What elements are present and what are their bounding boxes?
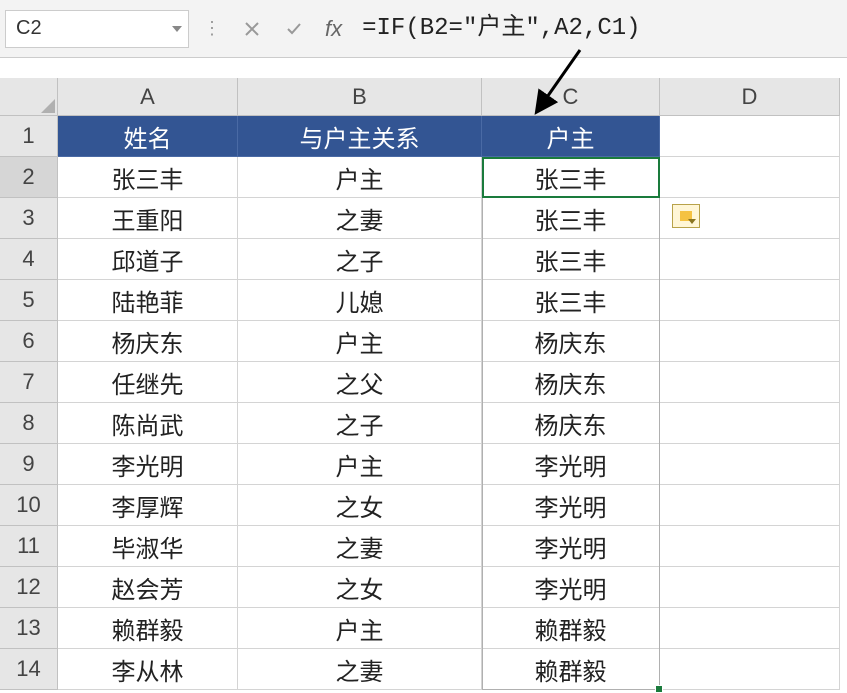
- cell-A9[interactable]: 李光明: [58, 444, 238, 485]
- row-header-10[interactable]: 10: [0, 485, 58, 526]
- cell-A14[interactable]: 李从林: [58, 649, 238, 690]
- cell-D2[interactable]: [660, 157, 840, 198]
- cell-B8[interactable]: 之子: [238, 403, 482, 444]
- cell-C5[interactable]: 张三丰: [482, 280, 660, 321]
- cell-A5[interactable]: 陆艳菲: [58, 280, 238, 321]
- row-header-4[interactable]: 4: [0, 239, 58, 280]
- table-header-C[interactable]: 户主: [482, 116, 660, 157]
- cell-B13[interactable]: 户主: [238, 608, 482, 649]
- column-header-C[interactable]: C: [482, 78, 660, 116]
- cell-A2[interactable]: 张三丰: [58, 157, 238, 198]
- select-all-corner[interactable]: [0, 78, 58, 116]
- spreadsheet-grid[interactable]: ABCD1姓名与户主关系户主2张三丰户主张三丰3王重阳之妻张三丰4邱道子之子张三…: [0, 78, 847, 690]
- cell-B2[interactable]: 户主: [238, 157, 482, 198]
- cell-C10[interactable]: 李光明: [482, 485, 660, 526]
- cell-B6[interactable]: 户主: [238, 321, 482, 362]
- column-header-D[interactable]: D: [660, 78, 840, 116]
- autofill-options-button[interactable]: [672, 204, 700, 228]
- cell-B5[interactable]: 儿媳: [238, 280, 482, 321]
- cell-C2[interactable]: 张三丰: [482, 157, 660, 198]
- cell-C13[interactable]: 赖群毅: [482, 608, 660, 649]
- cell-D14[interactable]: [660, 649, 840, 690]
- row-header-1[interactable]: 1: [0, 116, 58, 157]
- cell-C6[interactable]: 杨庆东: [482, 321, 660, 362]
- cell-D11[interactable]: [660, 526, 840, 567]
- cell-C12[interactable]: 李光明: [482, 567, 660, 608]
- cell-B3[interactable]: 之妻: [238, 198, 482, 239]
- cell-D4[interactable]: [660, 239, 840, 280]
- cell-D5[interactable]: [660, 280, 840, 321]
- name-box[interactable]: C2: [5, 10, 189, 48]
- cell-A10[interactable]: 李厚辉: [58, 485, 238, 526]
- cell-C3[interactable]: 张三丰: [482, 198, 660, 239]
- table-header-A[interactable]: 姓名: [58, 116, 238, 157]
- name-box-resize-handle[interactable]: ⋮: [197, 18, 227, 39]
- row-header-7[interactable]: 7: [0, 362, 58, 403]
- cell-A3[interactable]: 王重阳: [58, 198, 238, 239]
- cell-A4[interactable]: 邱道子: [58, 239, 238, 280]
- cell-B7[interactable]: 之父: [238, 362, 482, 403]
- cell-B9[interactable]: 户主: [238, 444, 482, 485]
- table-header-B[interactable]: 与户主关系: [238, 116, 482, 157]
- cell-A6[interactable]: 杨庆东: [58, 321, 238, 362]
- row-header-14[interactable]: 14: [0, 649, 58, 690]
- cell-D9[interactable]: [660, 444, 840, 485]
- cell-A8[interactable]: 陈尚武: [58, 403, 238, 444]
- cell-A13[interactable]: 赖群毅: [58, 608, 238, 649]
- row-header-3[interactable]: 3: [0, 198, 58, 239]
- cell-D10[interactable]: [660, 485, 840, 526]
- formula-input[interactable]: =IF(B2="户主",A2,C1): [362, 10, 842, 48]
- chevron-down-icon[interactable]: [172, 26, 182, 32]
- row-header-8[interactable]: 8: [0, 403, 58, 444]
- cell-D1[interactable]: [660, 116, 840, 157]
- cell-C14[interactable]: 赖群毅: [482, 649, 660, 690]
- row-header-6[interactable]: 6: [0, 321, 58, 362]
- check-icon: [285, 20, 303, 38]
- row-header-9[interactable]: 9: [0, 444, 58, 485]
- cell-B4[interactable]: 之子: [238, 239, 482, 280]
- row-header-12[interactable]: 12: [0, 567, 58, 608]
- cell-D12[interactable]: [660, 567, 840, 608]
- column-header-A[interactable]: A: [58, 78, 238, 116]
- row-header-13[interactable]: 13: [0, 608, 58, 649]
- cell-C11[interactable]: 李光明: [482, 526, 660, 567]
- cell-C7[interactable]: 杨庆东: [482, 362, 660, 403]
- cell-D6[interactable]: [660, 321, 840, 362]
- formula-bar: C2 ⋮ fx =IF(B2="户主",A2,C1): [0, 0, 847, 58]
- cell-B10[interactable]: 之女: [238, 485, 482, 526]
- cell-B11[interactable]: 之妻: [238, 526, 482, 567]
- row-header-2[interactable]: 2: [0, 157, 58, 198]
- cell-B14[interactable]: 之妻: [238, 649, 482, 690]
- cancel-button[interactable]: [235, 12, 269, 46]
- cell-C9[interactable]: 李光明: [482, 444, 660, 485]
- cell-D8[interactable]: [660, 403, 840, 444]
- name-box-value: C2: [16, 17, 42, 40]
- cell-D7[interactable]: [660, 362, 840, 403]
- cell-A7[interactable]: 任继先: [58, 362, 238, 403]
- cell-B12[interactable]: 之女: [238, 567, 482, 608]
- cell-A12[interactable]: 赵会芳: [58, 567, 238, 608]
- fx-label[interactable]: fx: [319, 16, 354, 42]
- spacer: [0, 58, 847, 78]
- enter-button[interactable]: [277, 12, 311, 46]
- cell-A11[interactable]: 毕淑华: [58, 526, 238, 567]
- row-header-5[interactable]: 5: [0, 280, 58, 321]
- cell-D13[interactable]: [660, 608, 840, 649]
- fill-handle[interactable]: [655, 685, 663, 693]
- row-header-11[interactable]: 11: [0, 526, 58, 567]
- cell-C8[interactable]: 杨庆东: [482, 403, 660, 444]
- column-header-B[interactable]: B: [238, 78, 482, 116]
- x-icon: [244, 21, 260, 37]
- cell-C4[interactable]: 张三丰: [482, 239, 660, 280]
